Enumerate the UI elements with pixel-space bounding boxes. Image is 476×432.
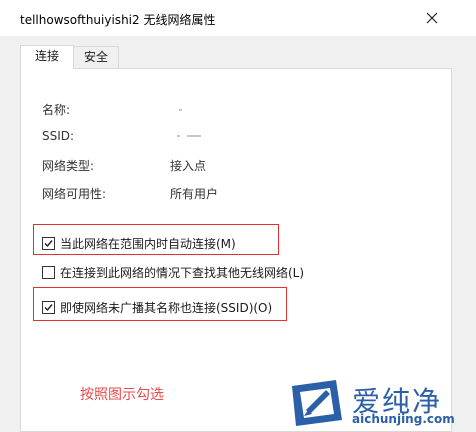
watermark-url: aichunjing.com xyxy=(352,412,455,426)
wireless-properties-window: tellhowsofthuiyishi2 无线网络属性 连接 安全 名称: SS… xyxy=(0,0,476,432)
tab-connection-label: 连接 xyxy=(34,49,59,63)
instruction-note: 按照图示勾选 xyxy=(80,387,164,403)
network-availability-value: 所有用户 xyxy=(170,187,219,201)
network-availability-label: 网络可用性: xyxy=(42,187,107,201)
checkmark-icon xyxy=(44,304,53,312)
auto-connect-checkbox[interactable] xyxy=(42,237,55,250)
network-type-value: 接入点 xyxy=(170,159,207,173)
find-other-networks-label: 在连接到此网络的情况下查找其他无线网络(L) xyxy=(60,266,305,280)
brand-logo-icon xyxy=(292,380,342,426)
option-connect-hidden-ssid[interactable]: 即使网络未广播其名称也连接(SSID)(O) xyxy=(42,299,272,316)
network-type-label: 网络类型: xyxy=(42,159,95,173)
find-other-networks-checkbox[interactable] xyxy=(42,266,55,279)
checkmark-icon xyxy=(44,240,53,248)
option-auto-connect[interactable]: 当此网络在范围内时自动连接(M) xyxy=(42,235,236,252)
site-watermark: 爱纯净 aichunjing.com xyxy=(286,374,476,432)
connect-hidden-ssid-checkbox[interactable] xyxy=(42,301,55,314)
ssid-redacted-mark xyxy=(177,135,180,137)
tab-security-label: 安全 xyxy=(83,50,108,64)
ssid-redacted-mark-2 xyxy=(187,135,201,137)
auto-connect-label: 当此网络在范围内时自动连接(M) xyxy=(60,237,236,251)
name-redacted-mark xyxy=(179,109,182,111)
window-right-edge xyxy=(452,36,476,432)
ssid-label: SSID: xyxy=(42,129,75,143)
tab-connection[interactable]: 连接 xyxy=(20,45,74,69)
name-label: 名称: xyxy=(42,103,71,117)
close-button[interactable] xyxy=(412,4,452,32)
title-bar[interactable]: tellhowsofthuiyishi2 无线网络属性 xyxy=(0,0,476,36)
tab-security[interactable]: 安全 xyxy=(73,46,119,68)
option-find-other-networks[interactable]: 在连接到此网络的情况下查找其他无线网络(L) xyxy=(42,264,304,281)
connect-hidden-ssid-label: 即使网络未广播其名称也连接(SSID)(O) xyxy=(60,301,273,315)
window-title: tellhowsofthuiyishi2 无线网络属性 xyxy=(20,13,216,27)
close-icon xyxy=(426,12,438,24)
